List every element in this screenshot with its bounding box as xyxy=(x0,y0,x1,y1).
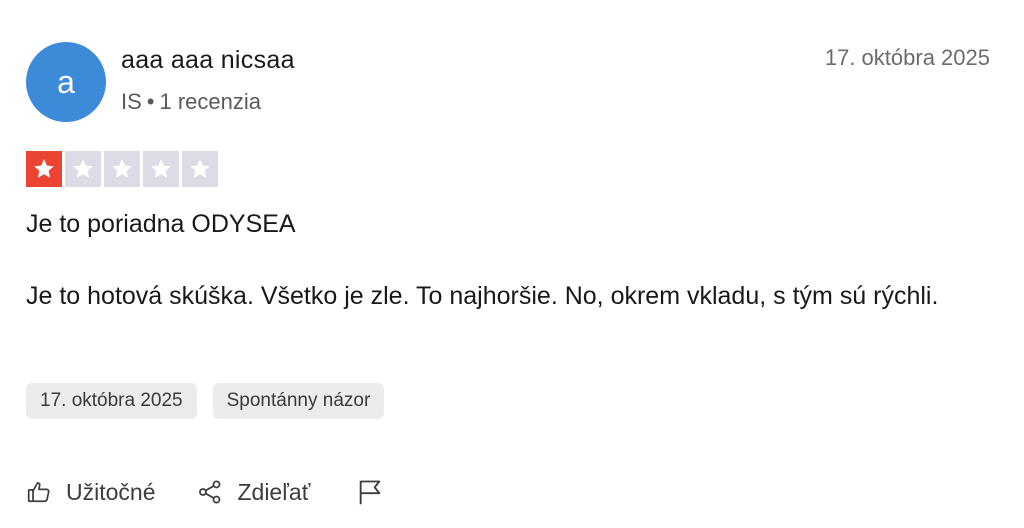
star-rating xyxy=(26,151,218,187)
star-empty-icon xyxy=(143,151,179,187)
review-header: a aaa aaa nicsaa IS • 1 recenzia 17. októb… xyxy=(26,42,990,122)
star-empty-icon xyxy=(104,151,140,187)
share-button[interactable]: Zdieľať xyxy=(197,479,310,506)
review-count: 1 recenzia xyxy=(159,89,262,114)
avatar[interactable]: a xyxy=(26,42,106,122)
reviewer-meta: IS • 1 recenzia xyxy=(121,89,261,115)
thumbs-up-icon xyxy=(26,479,52,505)
review-card: a aaa aaa nicsaa IS • 1 recenzia 17. októb… xyxy=(0,0,1024,528)
useful-label: Užitočné xyxy=(66,478,156,505)
reviewer-name[interactable]: aaa aaa nicsaa xyxy=(121,46,295,75)
reviewer-country: IS xyxy=(121,89,142,114)
experience-date-chip: 17. októbra 2025 xyxy=(26,383,197,419)
review-actions: Užitočné Zdieľať xyxy=(26,474,384,510)
star-empty-icon xyxy=(182,151,218,187)
meta-separator: • xyxy=(146,89,155,114)
review-title[interactable]: Je to poriadna ODYSEA xyxy=(26,210,296,239)
review-body: Je to hotová skúška. Všetko je zle. To n… xyxy=(26,282,939,310)
share-label: Zdieľať xyxy=(237,478,311,505)
star-empty-icon xyxy=(65,151,101,187)
useful-button[interactable]: Užitočné xyxy=(26,479,155,506)
star-filled-icon xyxy=(26,151,62,187)
review-chips: 17. októbra 2025 Spontánny názor xyxy=(26,383,385,419)
review-date: 17. októbra 2025 xyxy=(824,45,990,70)
spontaneous-review-chip[interactable]: Spontánny názor xyxy=(212,383,385,419)
flag-icon[interactable] xyxy=(356,478,384,506)
avatar-letter: a xyxy=(57,63,75,100)
share-icon xyxy=(197,479,223,505)
